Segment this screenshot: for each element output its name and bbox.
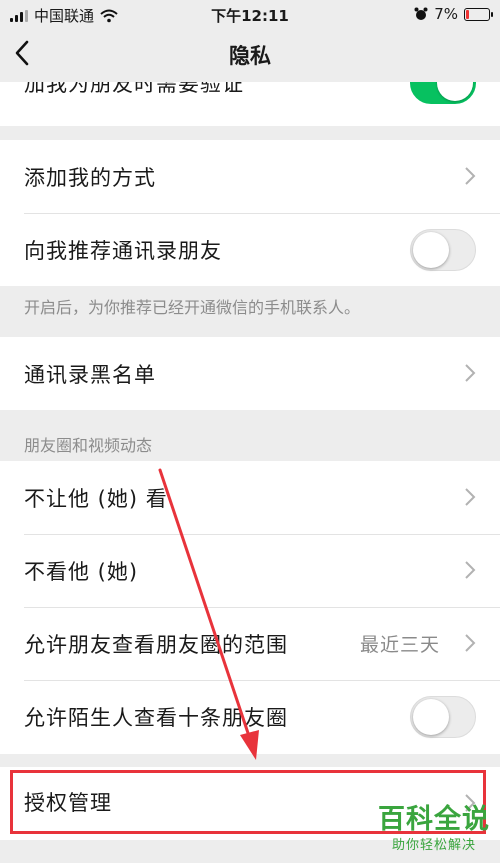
annotation-arrow-icon [158,468,259,760]
watermark-logo: 百科全说 助你轻松解决 [378,797,490,855]
watermark-sub: 助你轻松解决 [391,838,476,853]
watermark-main: 百科全说 [378,804,490,835]
